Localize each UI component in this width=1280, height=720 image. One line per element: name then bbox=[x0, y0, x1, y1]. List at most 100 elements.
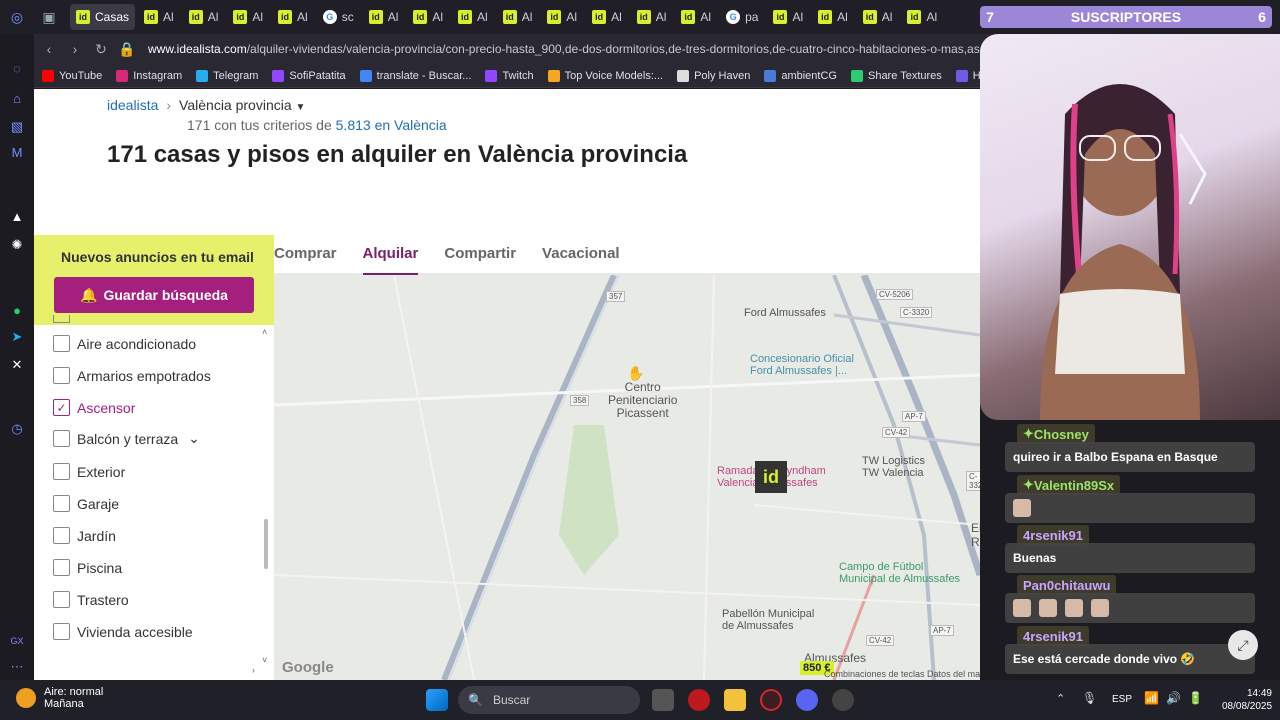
browser-tab[interactable]: id Al bbox=[138, 4, 180, 30]
browser-tab[interactable]: id Al bbox=[497, 4, 539, 30]
chatgpt-icon[interactable]: ✺ bbox=[8, 236, 26, 254]
filter-checkbox[interactable] bbox=[53, 367, 70, 384]
filter-option[interactable]: ✓ Ascensor bbox=[53, 399, 135, 416]
clock[interactable]: 14:49 08/08/2025 bbox=[1222, 687, 1272, 713]
file-explorer-icon[interactable] bbox=[724, 689, 746, 711]
bookmark-item[interactable]: ambientCG bbox=[764, 69, 837, 82]
chevron-down-icon[interactable]: ⌄ bbox=[188, 430, 200, 447]
map-label-ford[interactable]: Ford Almussafes bbox=[744, 307, 826, 319]
filter-checkbox[interactable] bbox=[53, 591, 70, 608]
browser-tab[interactable]: id Al bbox=[183, 4, 225, 30]
opera-gx-icon[interactable] bbox=[688, 689, 710, 711]
filter-checkbox[interactable] bbox=[53, 623, 70, 640]
more-icon[interactable]: ⋯ bbox=[8, 658, 26, 676]
opera-menu-icon[interactable]: ◎ bbox=[6, 6, 28, 28]
opera-icon[interactable]: ◌ bbox=[8, 60, 26, 78]
bookmark-item[interactable]: Twitch bbox=[485, 69, 534, 82]
filter-scrollbar[interactable] bbox=[264, 519, 268, 569]
taskbar-search[interactable]: 🔍 Buscar bbox=[458, 686, 640, 714]
tab-comprar[interactable]: Comprar bbox=[274, 239, 337, 275]
filter-option[interactable]: Vivienda accesible bbox=[53, 623, 193, 640]
filter-checkbox[interactable] bbox=[53, 463, 70, 480]
filter-option[interactable]: Trastero bbox=[53, 591, 129, 608]
browser-tab[interactable]: id Casas bbox=[70, 4, 136, 30]
map[interactable]: Centro Penitenciario Picassent Ford Almu… bbox=[274, 275, 980, 680]
browser-tab[interactable]: id Al bbox=[363, 4, 405, 30]
opera-icon[interactable] bbox=[760, 689, 782, 711]
browser-tab[interactable]: id Al bbox=[631, 4, 673, 30]
bookmark-item[interactable]: YouTube bbox=[42, 69, 102, 82]
breadcrumb-sub-count[interactable]: 5.813 bbox=[336, 117, 371, 133]
tab-compartir[interactable]: Compartir bbox=[444, 239, 516, 275]
filter-checkbox[interactable] bbox=[53, 527, 70, 544]
history-icon[interactable]: ◷ bbox=[8, 420, 26, 438]
bookmark-item[interactable]: Poly Haven bbox=[677, 69, 750, 82]
volume-icon[interactable]: 🔊 bbox=[1166, 691, 1181, 705]
filter-checkbox[interactable] bbox=[53, 495, 70, 512]
browser-tab[interactable]: id Al bbox=[407, 4, 449, 30]
fullscreen-icon[interactable]: ⤢ bbox=[1228, 630, 1258, 660]
tray-chevron-icon[interactable]: ⌃ bbox=[1056, 692, 1065, 705]
filter-option[interactable]: Balcón y terraza ⌄ bbox=[53, 430, 200, 447]
filter-option[interactable]: Exterior bbox=[53, 463, 125, 480]
map-label-pabellon[interactable]: Pabellón Municipal de Almussafes bbox=[722, 608, 814, 632]
messenger-icon[interactable]: M bbox=[8, 144, 26, 162]
map-label-centro-penitenciario[interactable]: Centro Penitenciario Picassent bbox=[608, 381, 677, 420]
obs-icon[interactable] bbox=[832, 689, 854, 711]
gx-icon[interactable]: GX bbox=[8, 632, 26, 650]
bookmark-item[interactable]: Top Voice Models:... bbox=[547, 69, 663, 82]
filter-checkbox[interactable] bbox=[53, 559, 70, 576]
breadcrumb-root[interactable]: idealista bbox=[107, 97, 158, 113]
scroll-right-icon[interactable]: › bbox=[252, 665, 255, 675]
aria-icon[interactable]: ▲ bbox=[8, 208, 26, 226]
back-icon[interactable]: ‹ bbox=[38, 41, 60, 57]
browser-tab[interactable]: Gsc bbox=[317, 4, 360, 30]
filter-checkbox[interactable] bbox=[53, 430, 70, 447]
breadcrumb-sub-place[interactable]: en València bbox=[375, 117, 447, 133]
browser-tab[interactable]: id Al bbox=[767, 4, 809, 30]
browser-tab[interactable]: id Al bbox=[541, 4, 583, 30]
browser-tab[interactable]: id Al bbox=[272, 4, 314, 30]
browser-tab[interactable]: Gpa bbox=[720, 4, 764, 30]
bookmark-item[interactable]: translate - Buscar... bbox=[359, 69, 471, 82]
battery-icon[interactable]: 🔋 bbox=[1188, 691, 1203, 705]
filter-checkbox[interactable] bbox=[53, 335, 70, 352]
map-label-tw[interactable]: TW Logistics TW Valencia bbox=[862, 455, 925, 479]
filter-option[interactable]: Aire acondicionado bbox=[53, 335, 196, 352]
chevron-down-icon[interactable]: ▼ bbox=[296, 102, 306, 113]
forward-icon[interactable]: › bbox=[64, 41, 86, 57]
browser-tab[interactable]: id Al bbox=[901, 4, 943, 30]
browser-tab[interactable]: id Al bbox=[857, 4, 899, 30]
start-icon[interactable] bbox=[426, 689, 448, 711]
bookmark-item[interactable]: Instagram bbox=[116, 69, 182, 82]
breadcrumb-current[interactable]: València provincia bbox=[179, 97, 292, 113]
idealista-marker-icon[interactable]: id bbox=[755, 461, 787, 493]
discord-icon[interactable] bbox=[796, 689, 818, 711]
bookmark-item[interactable]: SofiPatatita bbox=[272, 69, 346, 82]
filter-option[interactable]: Jardín bbox=[53, 527, 116, 544]
task-view-icon[interactable] bbox=[652, 689, 674, 711]
browser-tab[interactable]: id Al bbox=[586, 4, 628, 30]
workspaces-icon[interactable]: ▣ bbox=[38, 6, 60, 28]
wifi-icon[interactable]: 📶 bbox=[1144, 691, 1159, 705]
browser-tab[interactable]: id Al bbox=[675, 4, 717, 30]
whatsapp-icon[interactable]: ● bbox=[8, 302, 26, 320]
weather-widget[interactable]: Aire: normal Mañana bbox=[16, 686, 103, 710]
filter-option[interactable]: Piscina bbox=[53, 559, 122, 576]
microphone-icon[interactable]: 🎙 bbox=[1082, 691, 1097, 705]
map-label-campo-futbol[interactable]: Campo de Fútbol Municipal de Almussafes bbox=[839, 561, 960, 585]
scroll-down-icon[interactable]: ˅ bbox=[262, 655, 267, 665]
browser-tab[interactable]: id Al bbox=[227, 4, 269, 30]
tab-vacacional[interactable]: Vacacional bbox=[542, 239, 620, 275]
browser-tab[interactable]: id Al bbox=[812, 4, 854, 30]
filter-option[interactable]: Armarios empotrados bbox=[53, 367, 211, 384]
telegram-icon[interactable]: ➤ bbox=[8, 328, 26, 346]
url-field[interactable]: www.idealista.com/alquiler-viviendas/val… bbox=[148, 42, 1048, 56]
bookmark-item[interactable]: Share Textures bbox=[850, 69, 942, 82]
browser-tab[interactable]: id Al bbox=[452, 4, 494, 30]
scroll-up-icon[interactable]: ˄ bbox=[262, 327, 267, 337]
map-attribution[interactable]: Combinaciones de teclas Datos del mapa ©… bbox=[824, 669, 980, 679]
reload-icon[interactable]: ↻ bbox=[90, 41, 112, 58]
map-label-concesionario[interactable]: Concesionario Oficial Ford Almussafes |.… bbox=[750, 353, 854, 377]
filter-option[interactable]: Garaje bbox=[53, 495, 119, 512]
